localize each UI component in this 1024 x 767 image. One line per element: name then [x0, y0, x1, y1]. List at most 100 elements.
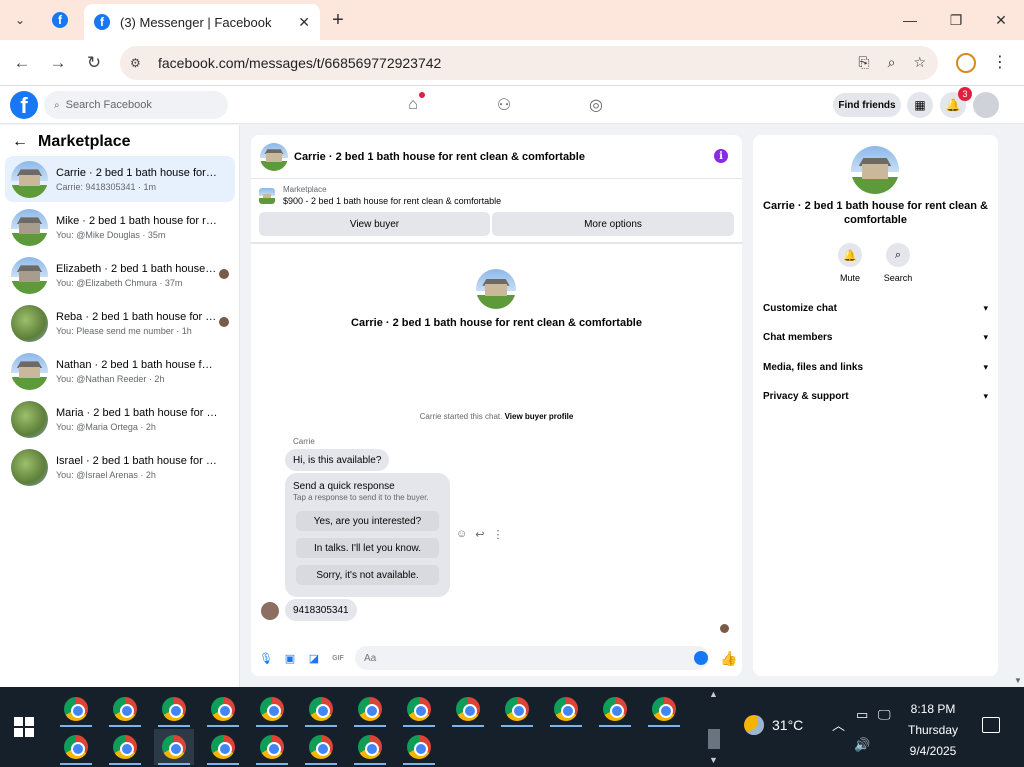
taskbar-chrome-window[interactable] — [546, 691, 586, 727]
pinned-facebook-tab[interactable]: f — [44, 6, 76, 34]
search-button[interactable]: ⌕ Search — [878, 243, 918, 283]
back-arrow-icon[interactable]: ← — [12, 133, 28, 151]
photo-icon[interactable]: ▣ — [283, 651, 297, 665]
chat-members-row[interactable]: Chat members ▾ — [763, 326, 988, 348]
scroll-down-arrow-icon[interactable]: ▼ — [709, 755, 718, 765]
quick-reply-yes-button[interactable]: Yes, are you interested? — [296, 511, 439, 531]
restore-icon[interactable]: ❐ — [944, 8, 968, 32]
omnibox[interactable]: ⚙ facebook.com/messages/t/66856977292374… — [120, 46, 938, 80]
groups-icon[interactable]: ◎ — [584, 94, 608, 116]
menu-grid-icon[interactable]: ▦ — [907, 92, 933, 118]
find-friends-button[interactable]: Find friends — [833, 93, 901, 117]
taskbar-chrome-window[interactable] — [301, 691, 341, 727]
view-buyer-button[interactable]: View buyer — [259, 212, 490, 236]
mute-button[interactable]: 🔔 Mute — [830, 243, 870, 283]
browser-profile-icon[interactable] — [956, 53, 976, 73]
conversation-item[interactable]: Carrie · 2 bed 1 bath house for ren... Ca… — [5, 156, 235, 202]
conversation-item[interactable]: Maria · 2 bed 1 bath house for rent... Yo… — [5, 396, 235, 442]
weather-widget[interactable]: 31°C — [744, 715, 803, 735]
taskbar-chrome-window[interactable] — [203, 729, 243, 765]
microphone-icon[interactable]: 🎙 — [259, 651, 273, 665]
meet-now-icon[interactable]: ▭ — [856, 707, 868, 723]
home-icon[interactable]: ⌂ — [401, 92, 425, 116]
conversation-item[interactable]: Elizabeth · 2 bed 1 bath house f... You: … — [5, 252, 235, 298]
info-icon[interactable]: i — [714, 149, 728, 163]
taskbar-chrome-window[interactable] — [644, 691, 684, 727]
new-tab-icon[interactable]: + — [326, 8, 350, 32]
taskbar-chrome-window[interactable] — [56, 691, 96, 727]
page-scrollbar[interactable]: ▼ — [1012, 125, 1024, 687]
facebook-search[interactable]: ⌕ Search Facebook — [44, 91, 228, 119]
chat-listing-thumbnail[interactable] — [260, 142, 288, 171]
tab-search-chevron-icon[interactable]: ⌄ — [8, 8, 32, 32]
customize-chat-row[interactable]: Customize chat ▾ — [763, 297, 988, 319]
privacy-support-row[interactable]: Privacy & support ▾ — [763, 385, 988, 407]
active-tab[interactable]: f (3) Messenger | Facebook ✕ — [84, 4, 320, 40]
tab-close-icon[interactable]: ✕ — [298, 14, 310, 31]
quick-reply-in-talks-button[interactable]: In talks. I'll let you know. — [296, 538, 439, 558]
taskbar-chrome-window[interactable] — [252, 691, 292, 727]
back-icon[interactable]: ← — [10, 51, 34, 75]
taskbar-chrome-window[interactable] — [105, 729, 145, 765]
thumbs-up-icon[interactable]: 👍 — [720, 650, 737, 667]
taskbar-chrome-window[interactable] — [350, 691, 390, 727]
show-hidden-icons-chevron-icon[interactable]: ︿ — [832, 715, 845, 734]
more-icon[interactable]: ⋮ — [492, 528, 503, 541]
listing-row[interactable]: Marketplace $900 - 2 bed 1 bath house fo… — [259, 185, 501, 206]
taskbar-chrome-window[interactable] — [252, 729, 292, 765]
taskbar-chrome-window[interactable] — [203, 691, 243, 727]
emoji-icon[interactable] — [694, 651, 708, 665]
minimize-icon[interactable]: — — [898, 8, 922, 32]
message-bubble[interactable]: 9418305341 — [285, 599, 357, 621]
taskbar-chrome-window[interactable] — [497, 691, 537, 727]
taskbar-chrome-window[interactable] — [595, 691, 635, 727]
taskbar-chrome-window[interactable] — [154, 691, 194, 727]
taskbar-chrome-window[interactable] — [399, 729, 439, 765]
details-thumbnail[interactable] — [851, 146, 899, 194]
react-icon[interactable]: ☺ — [456, 528, 467, 541]
account-avatar[interactable] — [973, 92, 999, 118]
taskbar-chrome-window[interactable] — [301, 729, 341, 765]
notification-center-icon[interactable] — [982, 717, 1000, 733]
media-files-links-row[interactable]: Media, files and links ▾ — [763, 356, 988, 378]
sender-avatar[interactable] — [261, 602, 279, 620]
taskbar-chrome-window[interactable] — [399, 691, 439, 727]
site-settings-icon[interactable]: ⚙ — [130, 56, 148, 70]
scroll-up-arrow-icon[interactable]: ▲ — [709, 689, 718, 699]
scroll-thumb[interactable] — [708, 729, 720, 749]
conversation-item[interactable]: Reba · 2 bed 1 bath house for re... You: … — [5, 300, 235, 346]
volume-icon[interactable]: 🔊 — [854, 737, 870, 753]
taskbar-chrome-window[interactable] — [56, 729, 96, 765]
friends-icon[interactable]: ⚇ — [492, 94, 516, 116]
taskbar-chrome-window[interactable] — [448, 691, 488, 727]
zoom-icon[interactable]: ⌕ — [888, 54, 896, 71]
search-input[interactable]: Search Facebook — [66, 99, 152, 111]
close-window-icon[interactable]: ✕ — [989, 8, 1013, 32]
conversation-item[interactable]: Nathan · 2 bed 1 bath house for re... You… — [5, 348, 235, 394]
more-options-button[interactable]: More options — [492, 212, 734, 236]
conversation-item[interactable]: Israel · 2 bed 1 bath house for rent... Y… — [5, 444, 235, 490]
install-app-icon[interactable]: ⎘ — [858, 54, 869, 71]
taskbar-chrome-window[interactable] — [350, 729, 390, 765]
quick-reply-not-available-button[interactable]: Sorry, it's not available. — [296, 565, 439, 585]
message-bubble[interactable]: Hi, is this available? — [285, 449, 390, 471]
bookmark-star-icon[interactable]: ☆ — [913, 54, 926, 71]
conversation-item[interactable]: Mike · 2 bed 1 bath house for rent ... Yo… — [5, 204, 235, 250]
clock[interactable]: 8:18 PM Thursday 9/4/2025 — [900, 699, 966, 762]
facebook-logo-icon[interactable]: f — [10, 91, 38, 119]
chat-profile-thumbnail[interactable] — [476, 269, 516, 309]
reply-icon[interactable]: ↩ — [475, 528, 484, 541]
taskbar-chrome-window[interactable] — [154, 729, 194, 765]
notifications-bell-icon[interactable]: 🔔 3 — [940, 87, 972, 118]
taskbar-chrome-window[interactable] — [105, 691, 145, 727]
forward-icon[interactable]: → — [46, 51, 70, 75]
chat-title[interactable]: Carrie · 2 bed 1 bath house for rent cle… — [294, 151, 585, 163]
network-icon[interactable]: 🖵 — [878, 707, 891, 723]
message-input[interactable] — [355, 646, 709, 670]
taskbar-scrollbar[interactable]: ▲ ▼ — [706, 687, 722, 767]
windows-start-icon[interactable] — [14, 717, 34, 737]
reload-icon[interactable]: ↻ — [82, 51, 106, 75]
browser-menu-icon[interactable]: ⋮ — [992, 52, 1008, 72]
view-buyer-profile-link[interactable]: View buyer profile — [505, 412, 574, 421]
url-text[interactable]: facebook.com/messages/t/668569772923742 — [158, 55, 441, 71]
